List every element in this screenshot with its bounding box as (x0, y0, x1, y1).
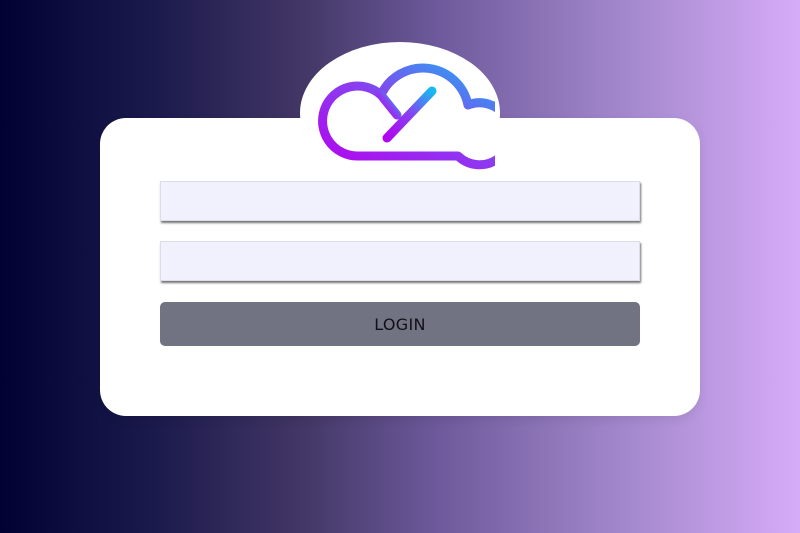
username-field[interactable] (160, 181, 640, 221)
login-button[interactable]: LOGIN (160, 302, 640, 346)
password-field[interactable] (160, 241, 640, 281)
logo-badge (300, 42, 500, 184)
cloud-icon (318, 63, 495, 170)
